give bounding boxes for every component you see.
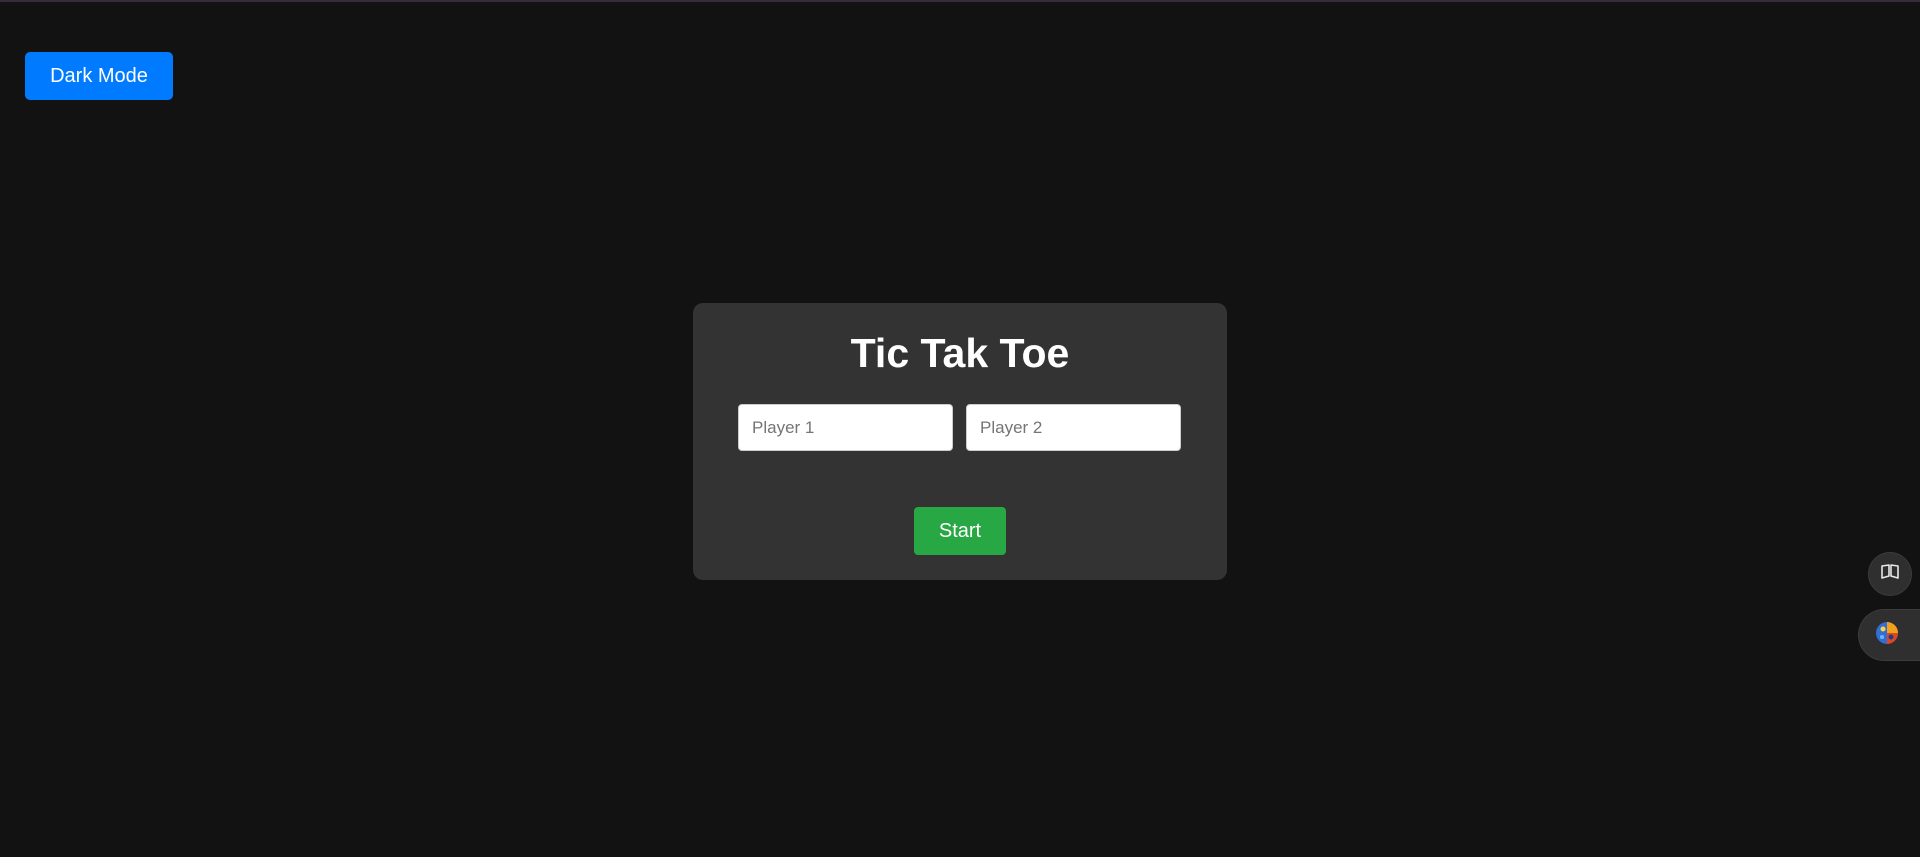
player-1-input[interactable] bbox=[738, 404, 953, 451]
reader-mode-button[interactable] bbox=[1868, 552, 1912, 596]
book-icon bbox=[1879, 561, 1901, 588]
top-border bbox=[0, 0, 1920, 2]
extension-icon bbox=[1874, 620, 1900, 651]
extension-button[interactable] bbox=[1858, 609, 1920, 661]
game-title: Tic Tak Toe bbox=[850, 330, 1070, 376]
dark-mode-toggle-button[interactable]: Dark Mode bbox=[25, 52, 173, 100]
start-button[interactable]: Start bbox=[914, 507, 1006, 555]
player-2-input[interactable] bbox=[966, 404, 1181, 451]
game-setup-card: Tic Tak Toe Start bbox=[693, 303, 1227, 580]
